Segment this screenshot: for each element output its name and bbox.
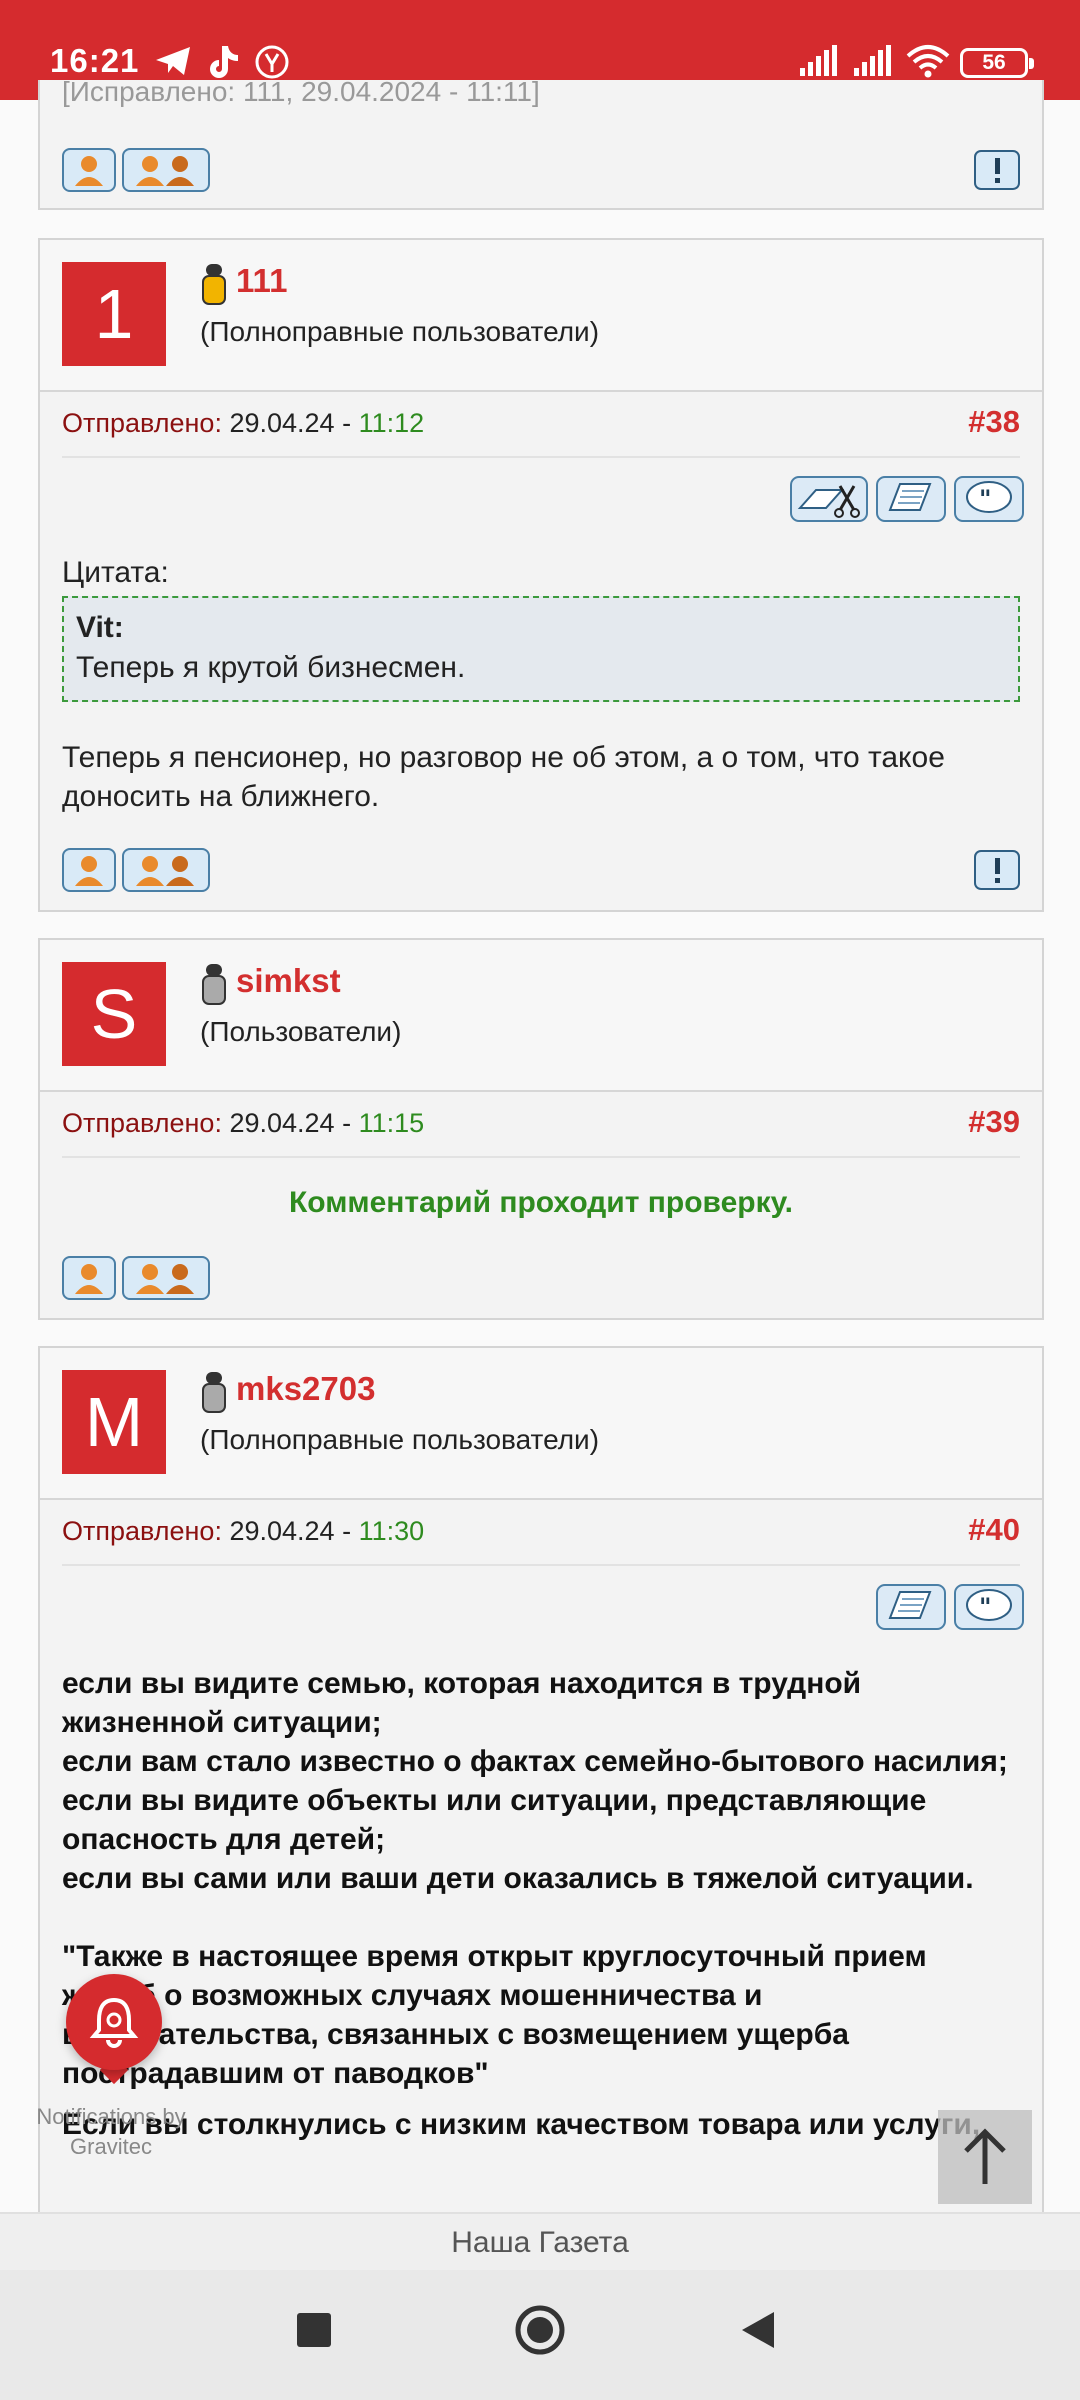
divider bbox=[62, 1564, 1020, 1566]
text-line: Если вы столкнулись с низким качеством т… bbox=[62, 2108, 981, 2141]
tiktok-icon bbox=[210, 46, 238, 78]
post-text: Теперь я пенсионер, но разговор не об эт… bbox=[62, 741, 945, 813]
svg-text:": " bbox=[979, 1593, 992, 1621]
user-group: (Пользователи) bbox=[200, 1016, 402, 1047]
telegram-icon bbox=[156, 47, 190, 75]
svg-text:": " bbox=[979, 485, 992, 513]
user-icon[interactable] bbox=[62, 1256, 116, 1300]
recents-icon[interactable] bbox=[296, 2312, 332, 2348]
user-icon[interactable] bbox=[62, 848, 116, 892]
sent-label: Отправлено: bbox=[62, 1108, 222, 1138]
text-line: если вы видите объекты или ситуации, пре… bbox=[62, 1784, 927, 1856]
moderation-notice: Комментарий проходит проверку. bbox=[289, 1186, 793, 1219]
post-header: S simkst (Пользователи) bbox=[40, 940, 1042, 1092]
quote-block: Vit: Теперь я крутой бизнесмен. bbox=[62, 596, 1020, 702]
user-icon[interactable] bbox=[62, 148, 116, 192]
quote-icon[interactable]: " bbox=[954, 1584, 1024, 1630]
notification-label-line: Gravitec bbox=[70, 2134, 152, 2159]
back-icon[interactable] bbox=[738, 2310, 778, 2350]
user-group: (Полноправные пользователи) bbox=[200, 316, 600, 347]
post-time: 11:12 bbox=[358, 408, 425, 438]
post-meta: Отправлено: 29.04.24 - 11:30 bbox=[62, 1516, 424, 1547]
avatar[interactable]: M bbox=[62, 1370, 166, 1474]
wifi-icon bbox=[906, 45, 950, 78]
post-number[interactable]: #40 bbox=[968, 1512, 1020, 1548]
battery-icon: 56 bbox=[960, 48, 1034, 78]
reply-icon[interactable] bbox=[876, 1584, 946, 1630]
divider bbox=[62, 456, 1020, 458]
quote-author: Vit: bbox=[76, 611, 124, 644]
post-meta: Отправлено: 29.04.24 - 11:12 bbox=[62, 408, 424, 439]
user-status-icon bbox=[202, 264, 226, 305]
post-header: M mks2703 (Полноправные пользователи) bbox=[40, 1348, 1042, 1500]
text-line: если вы видите семью, которая находится … bbox=[62, 1667, 862, 1739]
yandex-icon bbox=[255, 45, 289, 79]
username[interactable]: simkst bbox=[236, 962, 341, 1000]
quote-text: Теперь я крутой бизнесмен. bbox=[76, 651, 466, 684]
post-header: 1 111 (Полноправные пользователи) bbox=[40, 240, 1042, 392]
status-time: 16:21 bbox=[50, 42, 140, 79]
post-number[interactable]: #39 bbox=[968, 1104, 1020, 1140]
user-status-icon bbox=[202, 1372, 226, 1413]
report-icon[interactable] bbox=[974, 150, 1020, 190]
users-icon[interactable] bbox=[122, 848, 210, 892]
signal-icon bbox=[854, 45, 891, 76]
post-meta: Отправлено: 29.04.24 - 11:15 bbox=[62, 1108, 424, 1139]
notification-label: Notifications by Gravitec bbox=[26, 2102, 196, 2162]
notification-label-line: Notifications by bbox=[36, 2104, 186, 2129]
divider bbox=[62, 1156, 1020, 1158]
text-line: если вы сами или ваши дети оказались в т… bbox=[62, 1862, 974, 1895]
username[interactable]: mks2703 bbox=[236, 1370, 375, 1408]
quoted-paragraph: "Также в настоящее время открыт круглосу… bbox=[62, 1940, 927, 2090]
post-partial: [Исправлено: 111, 29.04.2024 - 11:11] bbox=[38, 76, 1044, 210]
post-date: 29.04.24 - bbox=[229, 1516, 352, 1546]
post-time: 11:30 bbox=[358, 1516, 425, 1546]
post-date: 29.04.24 - bbox=[229, 1108, 352, 1138]
bell-icon bbox=[89, 1997, 139, 2048]
quote-icon[interactable]: " bbox=[954, 476, 1024, 522]
user-status-icon bbox=[202, 964, 226, 1005]
scroll-to-top-button[interactable] bbox=[938, 2110, 1032, 2204]
post-40: M mks2703 (Полноправные пользователи) От… bbox=[38, 1346, 1044, 2226]
post-38: 1 111 (Полноправные пользователи) Отправ… bbox=[38, 238, 1044, 912]
users-icon[interactable] bbox=[122, 1256, 210, 1300]
sent-label: Отправлено: bbox=[62, 408, 222, 438]
site-name-bar: Наша Газета bbox=[0, 2212, 1080, 2272]
home-icon[interactable] bbox=[514, 2304, 566, 2356]
text-line: если вам стало известно о фактах семейно… bbox=[62, 1745, 1008, 1778]
edit-icon[interactable] bbox=[790, 476, 868, 522]
report-icon[interactable] bbox=[974, 850, 1020, 890]
post-text: если вы видите семью, которая находится … bbox=[62, 1664, 1022, 2144]
notification-bell-button[interactable] bbox=[66, 1974, 162, 2070]
users-icon[interactable] bbox=[122, 148, 210, 192]
navigation-bar bbox=[0, 2270, 1080, 2400]
signal-icon bbox=[800, 45, 837, 76]
avatar[interactable]: S bbox=[62, 962, 166, 1066]
sent-label: Отправлено: bbox=[62, 1516, 222, 1546]
post-number[interactable]: #38 bbox=[968, 404, 1020, 440]
reply-icon[interactable] bbox=[876, 476, 946, 522]
username[interactable]: 111 bbox=[236, 262, 287, 300]
user-group: (Полноправные пользователи) bbox=[200, 1424, 600, 1455]
post-39: S simkst (Пользователи) Отправлено: 29.0… bbox=[38, 938, 1044, 1320]
edited-note: [Исправлено: 111, 29.04.2024 - 11:11] bbox=[62, 76, 540, 107]
post-time: 11:15 bbox=[358, 1108, 425, 1138]
arrow-up-icon bbox=[964, 2128, 1006, 2184]
avatar[interactable]: 1 bbox=[62, 262, 166, 366]
quote-label: Цитата: bbox=[62, 556, 169, 589]
post-date: 29.04.24 - bbox=[229, 408, 352, 438]
